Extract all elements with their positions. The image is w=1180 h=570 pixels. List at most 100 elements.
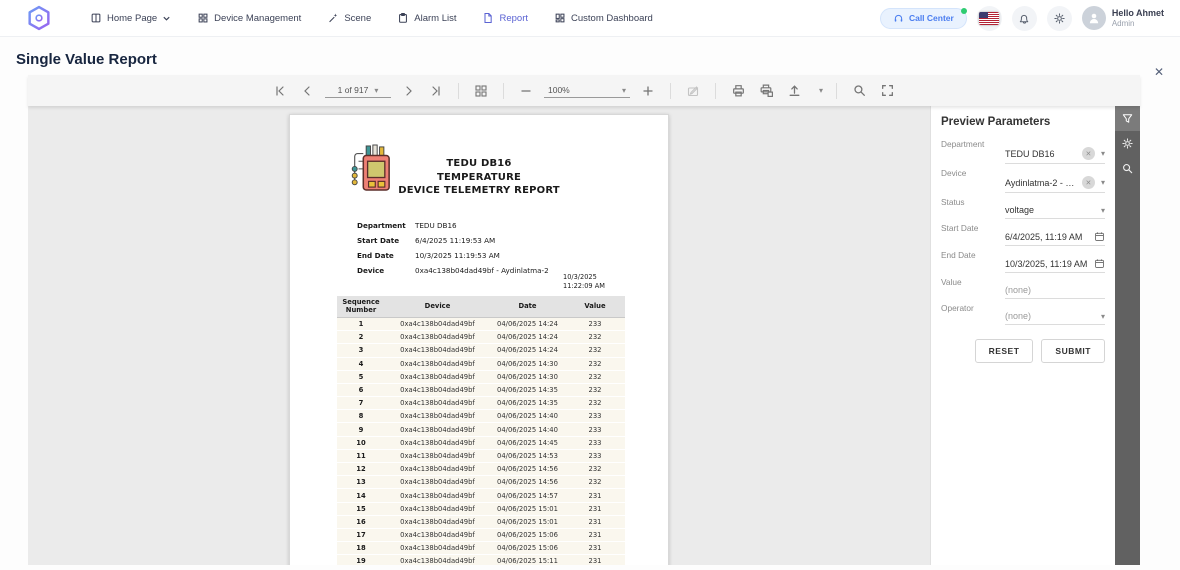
department-select[interactable]: TEDU DB16 ✕ ▾ (1005, 140, 1105, 164)
report-title: TEDU DB16 TEMPERATURE DEVICE TELEMETRY R… (290, 157, 668, 198)
table-cell: 04/06/2025 14:30 (490, 370, 565, 383)
multipage-view-button[interactable] (472, 82, 490, 100)
report-meta: DepartmentTEDU DB16 Start Date6/4/2025 1… (357, 221, 549, 281)
nav-home-page[interactable]: Home Page (80, 7, 181, 29)
table-cell: 04/06/2025 14:40 (490, 410, 565, 423)
table-cell: 6 (337, 383, 385, 396)
table-cell: 04/06/2025 14:45 (490, 436, 565, 449)
report-generated-timestamp: 10/3/2025 11:22:09 AM (563, 273, 627, 290)
avatar (1082, 6, 1106, 30)
tab-export-options[interactable] (1115, 131, 1140, 156)
start-date-label: Start Date (941, 220, 1005, 246)
settings-button[interactable] (1047, 6, 1072, 31)
first-page-button[interactable] (271, 82, 289, 100)
table-cell: 04/06/2025 14:24 (490, 344, 565, 357)
calendar-icon[interactable] (1094, 258, 1105, 269)
device-value: Aydinlatma-2 - 0xa4c138... (1005, 178, 1078, 188)
close-icon[interactable]: ✕ (1154, 66, 1164, 78)
report-title-line3: DEVICE TELEMETRY REPORT (290, 184, 668, 198)
search-button[interactable] (850, 81, 869, 100)
user-menu[interactable]: Hello Ahmet Admin (1082, 6, 1164, 30)
clear-icon[interactable]: ✕ (1082, 176, 1095, 189)
tab-parameters[interactable] (1115, 106, 1140, 131)
table-row: 60xa4c138b04dad49bf04/06/2025 14:35232 (337, 383, 625, 396)
export-button[interactable] (785, 81, 804, 100)
table-cell: 0xa4c138b04dad49bf (385, 370, 490, 383)
table-cell: 232 (565, 331, 625, 344)
report-title-line1: TEDU DB16 (290, 157, 668, 171)
nav-custom-dashboard[interactable]: Custom Dashboard (544, 7, 663, 29)
table-cell: 11 (337, 449, 385, 462)
table-cell: 3 (337, 344, 385, 357)
export-options-caret[interactable]: ▾ (819, 86, 823, 95)
preview-parameters-panel: Preview Parameters Department TEDU DB16 … (930, 106, 1115, 565)
zoom-in-button[interactable] (639, 82, 657, 100)
nav-alarm-list[interactable]: Alarm List (387, 7, 466, 29)
table-cell: 17 (337, 528, 385, 541)
status-select[interactable]: voltage ▾ (1005, 198, 1105, 219)
submit-button[interactable]: SUBMIT (1041, 339, 1105, 363)
end-date-value: 10/3/2025, 11:19 AM (1005, 259, 1090, 269)
value-input[interactable]: (none) (1005, 278, 1105, 299)
call-center-button[interactable]: Call Center (880, 8, 967, 29)
end-date-input[interactable]: 10/3/2025, 11:19 AM (1005, 251, 1105, 273)
table-cell: 04/06/2025 15:01 (490, 502, 565, 515)
table-cell: 04/06/2025 14:24 (490, 317, 565, 330)
table-cell: 0xa4c138b04dad49bf (385, 542, 490, 555)
table-cell: 5 (337, 370, 385, 383)
table-row: 70xa4c138b04dad49bf04/06/2025 14:35232 (337, 397, 625, 410)
nav-label: Device Management (214, 13, 301, 24)
table-cell: 0xa4c138b04dad49bf (385, 357, 490, 370)
language-flag-button[interactable] (977, 6, 1002, 31)
table-cell: 04/06/2025 15:11 (490, 555, 565, 565)
online-status-dot (961, 8, 967, 14)
search-icon (1121, 162, 1134, 175)
notifications-button[interactable] (1012, 6, 1037, 31)
panel-title: Preview Parameters (941, 116, 1105, 128)
device-management-icon (197, 12, 209, 24)
zoom-out-button[interactable] (517, 82, 535, 100)
meta-label: Department (357, 221, 415, 230)
table-cell: 0xa4c138b04dad49bf (385, 410, 490, 423)
meta-value: 10/3/2025 11:19:53 AM (415, 251, 500, 260)
table-row: 150xa4c138b04dad49bf04/06/2025 15:01231 (337, 502, 625, 515)
table-cell: 04/06/2025 14:35 (490, 397, 565, 410)
reset-button[interactable]: RESET (975, 339, 1034, 363)
operator-select[interactable]: (none) ▾ (1005, 304, 1105, 325)
table-cell: 232 (565, 463, 625, 476)
page-title: Single Value Report (16, 51, 157, 68)
fullscreen-button[interactable] (878, 81, 897, 100)
meta-label: Start Date (357, 236, 415, 245)
start-date-input[interactable]: 6/4/2025, 11:19 AM (1005, 224, 1105, 246)
nav-scene[interactable]: Scene (317, 7, 381, 29)
previous-page-button[interactable] (298, 82, 316, 100)
table-header-sequence: Sequence Number (337, 296, 385, 317)
edit-button[interactable] (684, 82, 702, 100)
table-cell: 0xa4c138b04dad49bf (385, 489, 490, 502)
device-select[interactable]: Aydinlatma-2 - 0xa4c138... ✕ ▾ (1005, 169, 1105, 193)
calendar-icon[interactable] (1094, 231, 1105, 242)
table-cell: 04/06/2025 15:06 (490, 542, 565, 555)
clear-icon[interactable]: ✕ (1082, 147, 1095, 160)
table-cell: 12 (337, 463, 385, 476)
table-cell: 13 (337, 476, 385, 489)
table-cell: 0xa4c138b04dad49bf (385, 344, 490, 357)
device-label: Device (941, 165, 1005, 193)
meta-label: End Date (357, 251, 415, 260)
last-page-button[interactable] (427, 82, 445, 100)
zoom-level-select[interactable]: 100% ▾ (544, 83, 630, 98)
tab-search[interactable] (1115, 156, 1140, 181)
table-cell: 19 (337, 555, 385, 565)
meta-value: TEDU DB16 (415, 221, 457, 230)
table-cell: 0xa4c138b04dad49bf (385, 317, 490, 330)
nav-device-management[interactable]: Device Management (187, 7, 311, 29)
print-page-button[interactable] (757, 81, 776, 100)
next-page-button[interactable] (400, 82, 418, 100)
table-cell: 233 (565, 410, 625, 423)
page-indicator-value: 1 of 917 (338, 85, 369, 95)
nav-report[interactable]: Report (472, 7, 538, 29)
page-indicator-select[interactable]: 1 of 917 ▾ (325, 83, 391, 98)
print-button[interactable] (729, 81, 748, 100)
nav-label: Custom Dashboard (571, 13, 653, 24)
table-cell: 8 (337, 410, 385, 423)
